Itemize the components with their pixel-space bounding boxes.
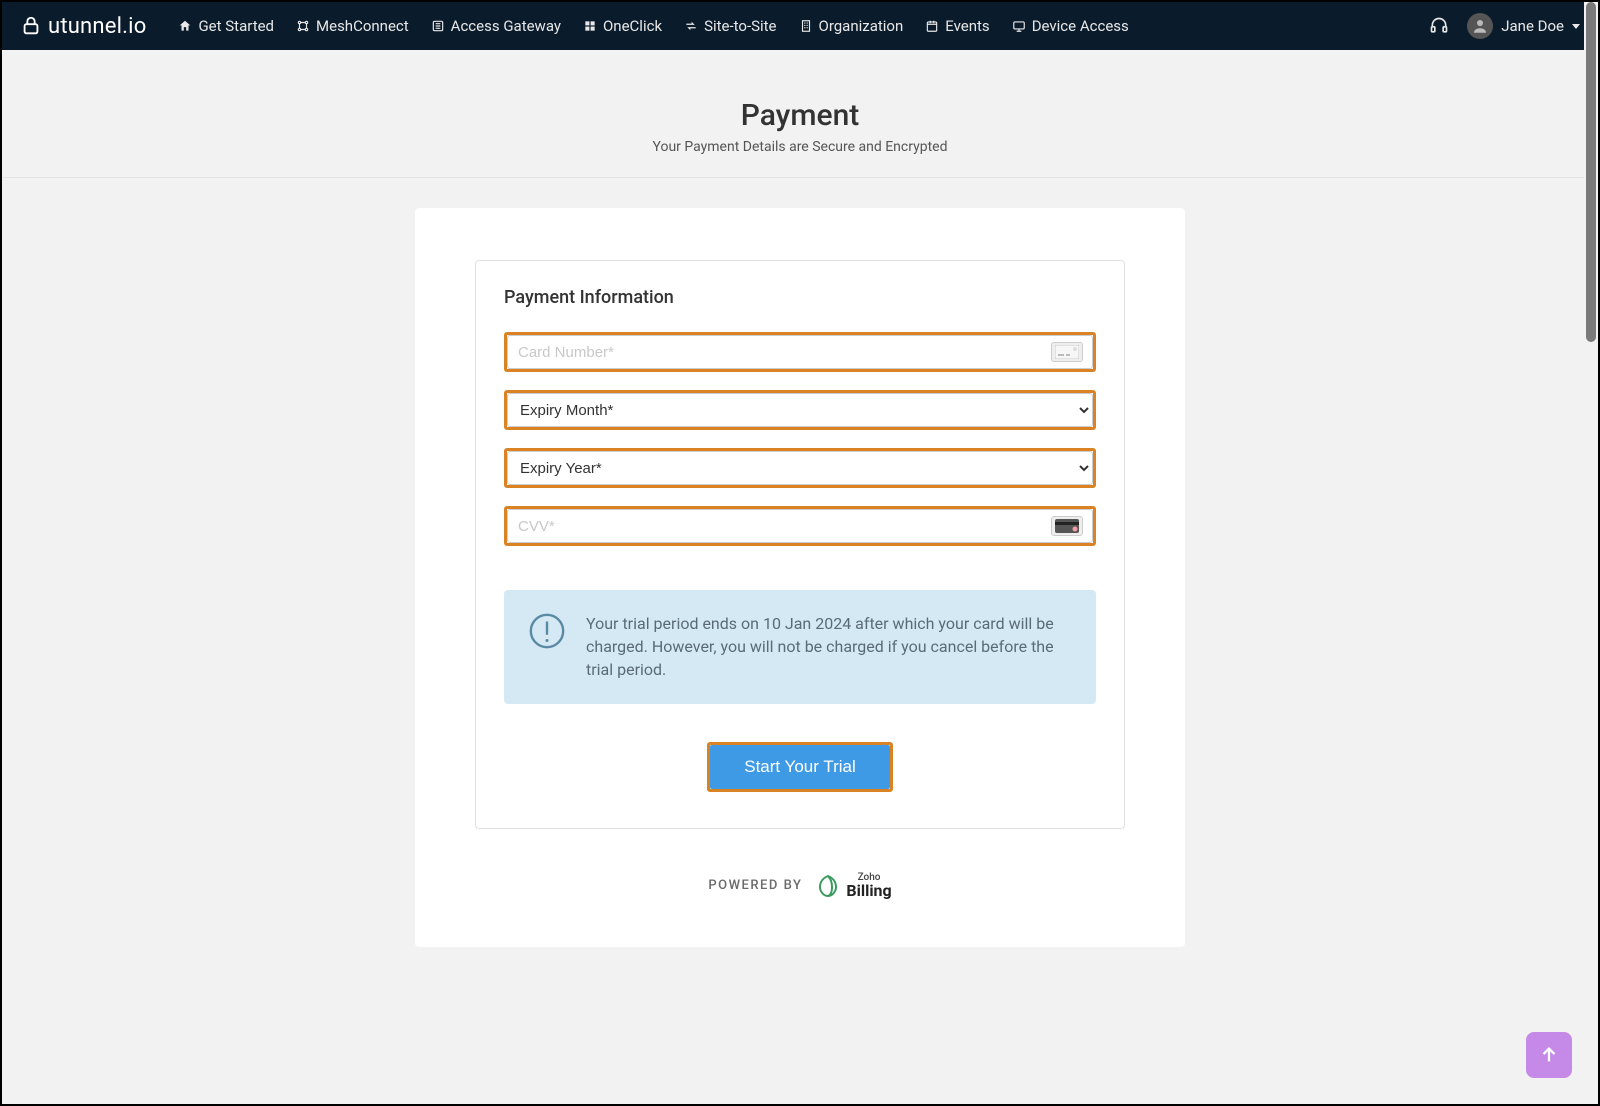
cta-wrap: Start Your Trial — [504, 742, 1096, 792]
arrow-up-icon — [1538, 1044, 1560, 1066]
nav-label: OneClick — [603, 17, 662, 35]
cvv-input[interactable] — [507, 509, 1093, 543]
zoho-text-block: Zoho Billing — [846, 873, 891, 899]
user-name: Jane Doe — [1501, 17, 1564, 35]
nav-label: Organization — [819, 17, 904, 35]
nav-site-to-site[interactable]: Site-to-Site — [684, 17, 776, 35]
nav-label: Site-to-Site — [704, 17, 776, 35]
headset-icon[interactable] — [1429, 16, 1449, 36]
nav-right: Jane Doe — [1429, 13, 1580, 39]
powered-by-label: POWERED BY — [708, 878, 802, 893]
expiry-month-field-wrap: Expiry Month* — [504, 390, 1096, 430]
info-exclamation-icon — [528, 612, 566, 650]
cvv-card-icon — [1051, 516, 1083, 536]
gateway-icon — [431, 19, 445, 33]
card-number-field-wrap — [504, 332, 1096, 372]
chevron-down-icon — [1572, 24, 1580, 29]
events-icon — [925, 19, 939, 33]
nav-label: MeshConnect — [316, 17, 409, 35]
nav-label: Device Access — [1032, 17, 1129, 35]
nav-items: Get Started MeshConnect Access Gateway O… — [178, 17, 1407, 35]
cta-highlight-outline: Start Your Trial — [707, 742, 893, 792]
nav-access-gateway[interactable]: Access Gateway — [431, 17, 561, 35]
mesh-icon — [296, 19, 310, 33]
page-subtitle: Your Payment Details are Secure and Encr… — [2, 139, 1598, 155]
trial-info-banner: Your trial period ends on 10 Jan 2024 af… — [504, 590, 1096, 704]
nav-events[interactable]: Events — [925, 17, 989, 35]
payment-form-card: Payment Information Expiry Month* Expiry… — [475, 260, 1125, 829]
nav-meshconnect[interactable]: MeshConnect — [296, 17, 409, 35]
expiry-month-select[interactable]: Expiry Month* — [507, 393, 1093, 427]
user-menu[interactable]: Jane Doe — [1467, 13, 1580, 39]
scroll-to-top-button[interactable] — [1526, 1032, 1572, 1078]
top-nav: utunnel.io Get Started MeshConnect Acces… — [2, 2, 1598, 50]
cvv-field-wrap — [504, 506, 1096, 546]
device-access-icon — [1012, 19, 1026, 33]
expiry-year-field-wrap: Expiry Year* — [504, 448, 1096, 488]
expiry-year-select[interactable]: Expiry Year* — [507, 451, 1093, 485]
zoho-big-text: Billing — [846, 883, 891, 899]
oneclick-icon — [583, 19, 597, 33]
nav-oneclick[interactable]: OneClick — [583, 17, 662, 35]
zoho-billing-logo: Zoho Billing — [816, 873, 891, 899]
brand[interactable]: utunnel.io — [20, 14, 146, 39]
section-title: Payment Information — [504, 287, 1096, 308]
nav-device-access[interactable]: Device Access — [1012, 17, 1129, 35]
nav-organization[interactable]: Organization — [799, 17, 904, 35]
brand-name: utunnel.io — [48, 14, 146, 39]
nav-label: Access Gateway — [451, 17, 561, 35]
nav-label: Events — [945, 17, 989, 35]
trial-info-text: Your trial period ends on 10 Jan 2024 af… — [586, 612, 1072, 682]
nav-label: Get Started — [198, 17, 274, 35]
scrollbar-track — [1584, 2, 1598, 1104]
nav-get-started[interactable]: Get Started — [178, 17, 274, 35]
card-number-input[interactable] — [507, 335, 1093, 369]
powered-by: POWERED BY Zoho Billing — [475, 873, 1125, 899]
sitetosite-icon — [684, 19, 698, 33]
avatar — [1467, 13, 1493, 39]
start-trial-button[interactable]: Start Your Trial — [710, 745, 890, 789]
page-title: Payment — [2, 98, 1598, 133]
page-header: Payment Your Payment Details are Secure … — [2, 50, 1598, 178]
card-brand-icon — [1051, 342, 1083, 362]
brand-lock-icon — [20, 15, 42, 37]
organization-icon — [799, 19, 813, 33]
payment-card: Payment Information Expiry Month* Expiry… — [415, 208, 1185, 947]
home-icon — [178, 19, 192, 33]
scrollbar-thumb[interactable] — [1586, 2, 1596, 342]
